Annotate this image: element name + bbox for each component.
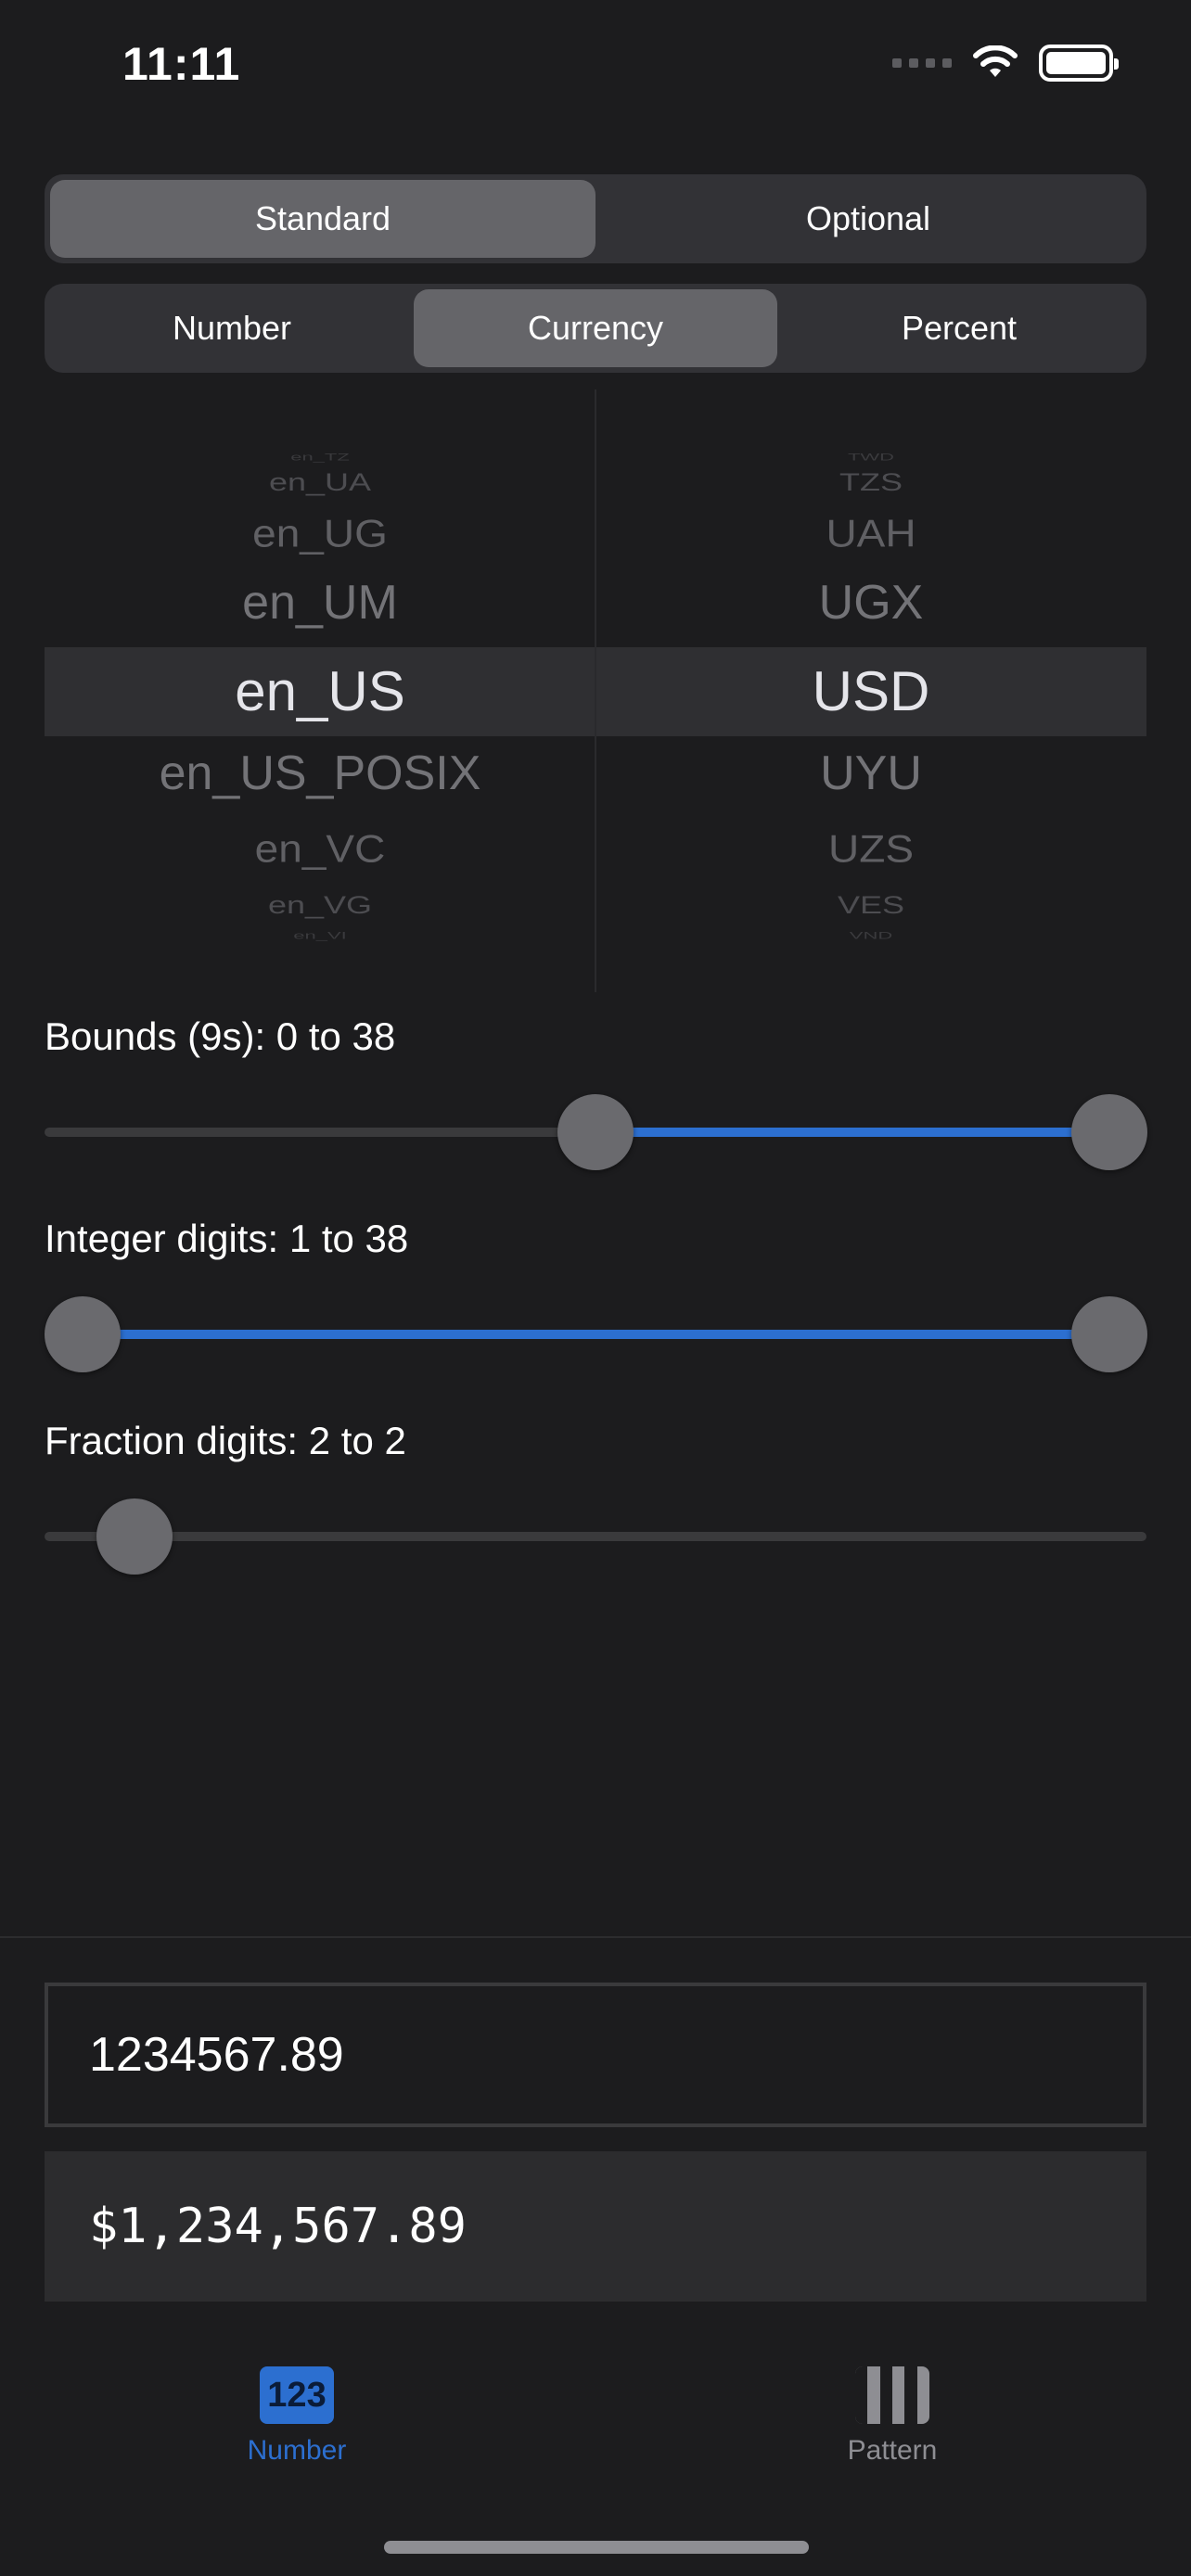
picker-locale-en-um[interactable]: en_UM <box>45 579 596 627</box>
bounds-slider-range <box>596 1128 1146 1137</box>
integer-digits-slider[interactable] <box>45 1330 1146 1339</box>
tab-pattern[interactable]: Pattern <box>753 2366 1031 2467</box>
tab-number[interactable]: 123 Number <box>158 2366 436 2467</box>
picker-currency-tzs[interactable]: TZS <box>596 469 1146 495</box>
segment-currency[interactable]: Currency <box>414 289 777 367</box>
picker-locale-en-ug[interactable]: en_UG <box>45 514 596 552</box>
bounds-slider-label: Bounds (9s): 0 to 38 <box>45 1014 396 1058</box>
bounds-upper-thumb[interactable] <box>1071 1094 1147 1170</box>
picker-locale-en-vg[interactable]: en_VG <box>45 892 596 918</box>
formatted-output: $1,234,567.89 <box>45 2151 1146 2302</box>
integer-digits-slider-range <box>82 1330 1109 1339</box>
locale-currency-picker[interactable]: en_TZ en_UA en_UG en_UM en_US en_US_POSIX en_V… <box>45 389 1146 992</box>
segment-standard[interactable]: Standard <box>50 180 596 258</box>
bounds-lower-thumb[interactable] <box>557 1094 634 1170</box>
segment-optional[interactable]: Optional <box>596 180 1141 258</box>
format-kind-segmented-control: Number Currency Percent <box>45 284 1146 373</box>
locale-picker-column[interactable]: en_TZ en_UA en_UG en_UM en_US en_US_POSIX en_V… <box>45 389 596 992</box>
tab-number-label: Number <box>247 2435 347 2466</box>
checkerboard-icon <box>855 2366 929 2424</box>
integer-digits-lower-thumb[interactable] <box>45 1296 121 1372</box>
status-time: 11:11 <box>122 38 241 90</box>
picker-locale-en-ua[interactable]: en_UA <box>45 469 596 495</box>
picker-currency-twd[interactable]: TWD <box>596 452 1146 463</box>
currency-picker-column[interactable]: TWD TZS UAH UGX USD UYU UZS VES VND <box>596 389 1146 992</box>
section-separator <box>0 1936 1191 1938</box>
segment-percent[interactable]: Percent <box>777 289 1141 367</box>
fraction-digits-slider[interactable] <box>45 1532 1146 1541</box>
fraction-digits-slider-label: Fraction digits: 2 to 2 <box>45 1419 406 1462</box>
integer-digits-upper-thumb[interactable] <box>1071 1296 1147 1372</box>
picker-currency-uah[interactable]: UAH <box>596 514 1146 552</box>
number-input-field[interactable]: 1234567.89 <box>45 1983 1146 2127</box>
format-style-segmented-control: Standard Optional <box>45 174 1146 263</box>
picker-currency-ugx[interactable]: UGX <box>596 579 1146 627</box>
cellular-signal-icon <box>892 58 952 68</box>
home-indicator <box>384 2541 809 2554</box>
picker-locale-en-us[interactable]: en_US <box>45 664 596 720</box>
picker-locale-en-tz[interactable]: en_TZ <box>45 452 596 463</box>
picker-locale-en-vc[interactable]: en_VC <box>45 829 596 867</box>
picker-currency-uzs[interactable]: UZS <box>596 829 1146 867</box>
picker-currency-ves[interactable]: VES <box>596 892 1146 918</box>
tab-pattern-label: Pattern <box>847 2435 938 2466</box>
picker-currency-uyu[interactable]: UYU <box>596 749 1146 797</box>
fraction-digits-thumb[interactable] <box>96 1498 173 1575</box>
picker-locale-en-vi[interactable]: en_VI <box>45 930 596 941</box>
wifi-icon <box>973 45 1018 77</box>
segment-number[interactable]: Number <box>50 289 414 367</box>
picker-currency-vnd[interactable]: VND <box>596 930 1146 941</box>
123-icon: 123 <box>260 2366 334 2424</box>
picker-locale-en-us-posix[interactable]: en_US_POSIX <box>45 749 596 797</box>
integer-digits-slider-label: Integer digits: 1 to 38 <box>45 1217 409 1260</box>
picker-currency-usd[interactable]: USD <box>596 664 1146 720</box>
status-indicators <box>892 45 1119 82</box>
battery-icon <box>1039 45 1119 82</box>
